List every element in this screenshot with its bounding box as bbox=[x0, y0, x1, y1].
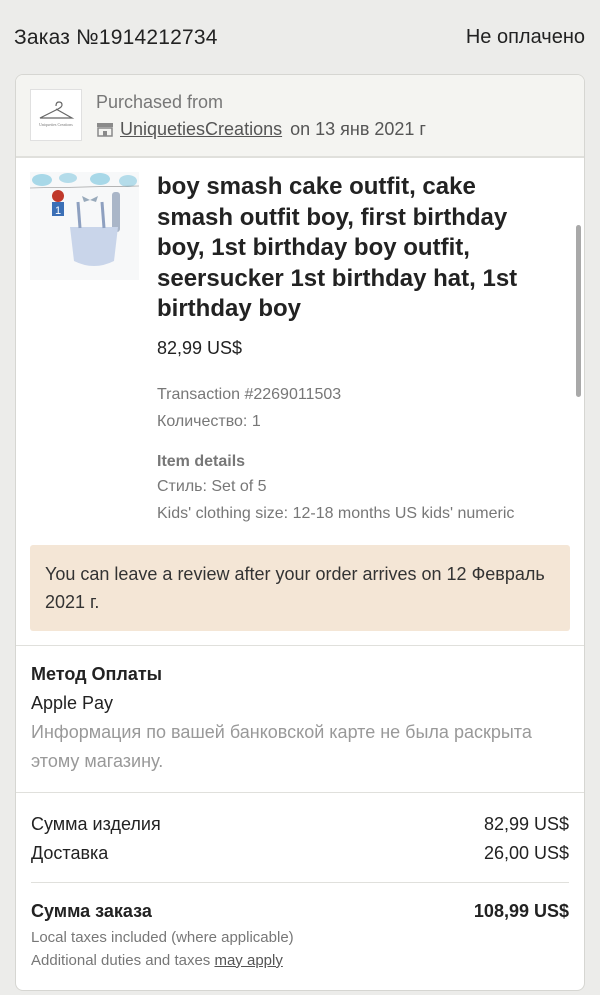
order-total-value: 108,99 US$ bbox=[473, 900, 569, 921]
shipping-label: Доставка bbox=[31, 842, 109, 863]
item-quantity: Количество: 1 bbox=[157, 412, 261, 430]
item-style: Стиль: Set of 5 bbox=[157, 477, 267, 495]
item-thumbnail[interactable]: 1 bbox=[30, 172, 139, 280]
order-number: Заказ №1914212734 bbox=[14, 25, 218, 49]
item-details-heading: Item details bbox=[157, 452, 246, 470]
order-card: Uniqueties Creations Purchased from Uniq… bbox=[15, 74, 585, 991]
item-title[interactable]: boy smash cake outfit, cake smash outfit… bbox=[157, 172, 557, 325]
shop-name-link[interactable]: UniquetiesCreations bbox=[120, 119, 282, 140]
purchase-date: on 13 янв 2021 г bbox=[290, 119, 426, 139]
divider bbox=[31, 881, 569, 883]
summary-section: Сумма изделия 82,99 US$ Доставка 26,00 U… bbox=[16, 793, 584, 972]
duties-note-text: Additional duties and taxes bbox=[31, 951, 211, 969]
item-total-label: Сумма изделия bbox=[31, 813, 161, 834]
hanger-logo-icon[interactable]: Uniqueties Creations bbox=[30, 89, 82, 141]
payment-status: Не оплачено bbox=[465, 26, 585, 48]
payment-note: Информация по вашей банковской карте не … bbox=[31, 721, 532, 771]
svg-text:1: 1 bbox=[55, 205, 61, 217]
purchased-from-label: Purchased from bbox=[96, 92, 224, 112]
payment-method: Apple Pay bbox=[31, 692, 114, 713]
transaction-number: Transaction #2269011503 bbox=[157, 385, 342, 403]
tax-note: Local taxes included (where applicable) bbox=[31, 928, 294, 946]
review-notice: You can leave a review after your order … bbox=[30, 544, 570, 631]
order-total-label: Сумма заказа bbox=[31, 900, 152, 921]
duties-note: Additional duties and taxes may apply bbox=[31, 949, 569, 972]
shipping-value: 26,00 US$ bbox=[483, 842, 569, 863]
payment-section: Метод Оплаты Apple Pay Информация по ваш… bbox=[16, 646, 584, 792]
item-section: 1 boy smash cake outfit, cake smash outf… bbox=[16, 158, 584, 631]
order-header: Заказ №1914212734 Не оплачено bbox=[0, 0, 600, 75]
item-price: 82,99 US$ bbox=[157, 337, 243, 358]
scrollbar[interactable] bbox=[576, 225, 581, 397]
shop-block: Uniqueties Creations Purchased from Uniq… bbox=[16, 75, 584, 158]
store-icon bbox=[96, 122, 114, 137]
payment-heading: Метод Оплаты bbox=[31, 663, 163, 684]
item-total-value: 82,99 US$ bbox=[483, 813, 569, 834]
item-size: Kids' clothing size: 12-18 months US kid… bbox=[157, 504, 515, 522]
may-apply-link[interactable]: may apply bbox=[214, 952, 282, 969]
svg-text:Uniqueties Creations: Uniqueties Creations bbox=[39, 122, 73, 127]
